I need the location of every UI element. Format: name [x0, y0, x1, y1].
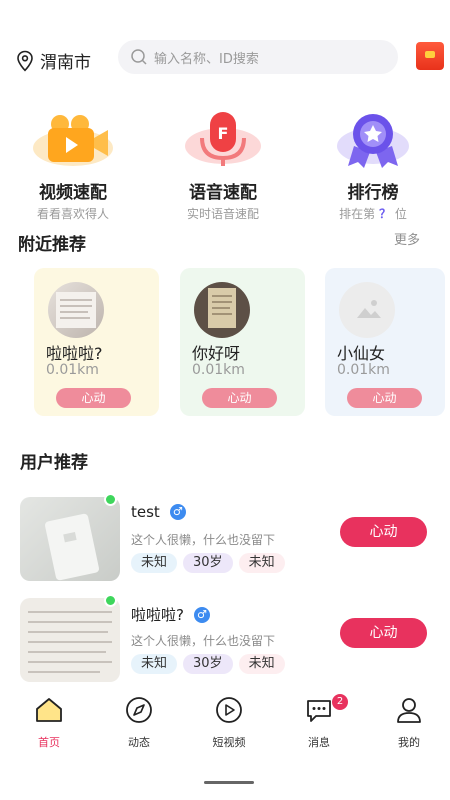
- image-placeholder-icon: [357, 300, 381, 318]
- user-list-item[interactable]: 啦啦啦? ♂ 这个人很懒，什么也没留下 未知 30岁 未知 心动: [0, 594, 450, 686]
- compass-icon: [126, 697, 152, 723]
- nav-label: 消息: [308, 736, 330, 749]
- ranking-subtitle-mark: ？: [378, 207, 391, 221]
- search-input[interactable]: 输入名称、ID搜索: [118, 40, 398, 74]
- male-gender-icon: ♂: [193, 606, 210, 623]
- avatar: [48, 282, 104, 338]
- user-photo: [20, 598, 120, 682]
- location-selector[interactable]: 渭南市: [16, 48, 91, 73]
- nearby-card-distance: 0.01km: [46, 362, 99, 378]
- location-pin-icon: [17, 50, 33, 71]
- heart-button[interactable]: 心动: [340, 618, 427, 648]
- nearby-card-name: 你好呀: [192, 344, 241, 363]
- home-indicator[interactable]: [204, 781, 254, 784]
- svg-text:F: F: [218, 124, 229, 143]
- microphone-icon: F: [185, 112, 261, 166]
- nav-item-messages[interactable]: 2 消息: [284, 694, 354, 750]
- nav-label: 短视频: [212, 736, 246, 749]
- user-profile-icon: [397, 698, 421, 723]
- nearby-card[interactable]: 你好呀 0.01km 心动: [180, 268, 305, 416]
- ranking-entry[interactable]: 排行榜 排在第 ？ 位: [308, 110, 438, 222]
- user-tag: 未知: [238, 654, 285, 674]
- red-packet-icon[interactable]: [416, 42, 444, 70]
- user-tag: 30岁: [183, 553, 233, 573]
- photo-thumbnail-icon: [44, 513, 100, 581]
- nav-item-moments[interactable]: 动态: [104, 696, 174, 750]
- search-placeholder: 输入名称、ID搜索: [154, 51, 259, 67]
- nav-label: 我的: [398, 736, 420, 749]
- photo-thumbnail-icon: [28, 611, 112, 673]
- photo-thumbnail-icon: [208, 288, 236, 328]
- nav-item-home[interactable]: 首页: [14, 696, 84, 750]
- user-tags: 未知 30岁 未知: [131, 654, 285, 674]
- search-icon: [131, 49, 147, 65]
- photo-thumbnail-icon: [56, 292, 96, 328]
- user-bio: 这个人很懒，什么也没留下: [131, 634, 276, 648]
- ranking-subtitle-suffix: 位: [394, 207, 407, 221]
- user-name-row: test ♂: [131, 503, 186, 521]
- city-label: 渭南市: [40, 53, 91, 73]
- message-count-badge: 2: [332, 694, 348, 710]
- ranking-title: 排行榜: [347, 183, 399, 203]
- voice-match-entry[interactable]: F 语音速配 实时语音速配: [158, 110, 288, 222]
- avatar: [339, 282, 395, 338]
- user-name: 啦啦啦?: [131, 606, 184, 624]
- video-match-subtitle: 看看喜欢得人: [36, 207, 109, 221]
- quick-entries: 视频速配 看看喜欢得人 F 语音速配 实时语音速配 排行榜 排在第 ？ 位: [0, 110, 450, 221]
- user-tag: 30岁: [183, 654, 233, 674]
- ranking-subtitle-prefix: 排在第: [339, 207, 376, 221]
- heart-button[interactable]: 心动: [347, 388, 422, 408]
- online-indicator: [104, 493, 117, 506]
- heart-button[interactable]: 心动: [202, 388, 277, 408]
- user-tag: 未知: [131, 553, 178, 573]
- video-camera-icon: [33, 115, 113, 166]
- user-name: test: [131, 503, 160, 521]
- user-tag: 未知: [131, 654, 178, 674]
- nav-item-profile[interactable]: 我的: [374, 696, 444, 750]
- play-circle-icon: [216, 697, 242, 723]
- video-match-title: 视频速配: [39, 183, 107, 203]
- nav-item-short-video[interactable]: 短视频: [194, 696, 264, 750]
- user-list-item[interactable]: test ♂ 这个人很懒，什么也没留下 未知 30岁 未知 心动: [0, 493, 450, 585]
- voice-match-title: 语音速配: [189, 183, 257, 203]
- bottom-nav: 首页 动态 短视频 2 消息 我的: [0, 690, 450, 750]
- avatar: [194, 282, 250, 338]
- user-bio: 这个人很懒，什么也没留下: [131, 533, 276, 547]
- users-section-title: 用户推荐: [20, 453, 88, 473]
- nearby-card-distance: 0.01km: [192, 362, 245, 378]
- nearby-card-name: 小仙女: [337, 344, 386, 363]
- nav-label: 首页: [38, 736, 60, 749]
- top-header: 渭南市 输入名称、ID搜索: [0, 38, 450, 78]
- ranking-medal-icon: [337, 114, 409, 168]
- nearby-card[interactable]: 啦啦啦? 0.01km 心动: [34, 268, 159, 416]
- video-match-entry[interactable]: 视频速配 看看喜欢得人: [8, 110, 138, 222]
- chat-bubble-icon: [307, 700, 331, 722]
- ranking-subtitle: 排在第 ？ 位: [308, 205, 438, 222]
- male-gender-icon: ♂: [169, 504, 186, 520]
- nearby-card[interactable]: 小仙女 0.01km 心动: [325, 268, 445, 416]
- heart-button[interactable]: 心动: [340, 517, 427, 547]
- nearby-card-name: 啦啦啦?: [46, 344, 103, 363]
- nearby-section-title: 附近推荐: [18, 235, 86, 255]
- nav-label: 动态: [128, 736, 150, 749]
- user-name-row: 啦啦啦? ♂: [131, 604, 210, 625]
- user-tag: 未知: [238, 553, 285, 573]
- nearby-more-link[interactable]: 更多: [394, 229, 420, 248]
- voice-match-subtitle: 实时语音速配: [186, 207, 259, 221]
- nearby-card-distance: 0.01km: [337, 362, 390, 378]
- user-photo: [20, 497, 120, 581]
- online-indicator: [104, 594, 117, 607]
- heart-button[interactable]: 心动: [56, 388, 131, 408]
- user-tags: 未知 30岁 未知: [131, 553, 285, 573]
- home-icon: [36, 698, 62, 722]
